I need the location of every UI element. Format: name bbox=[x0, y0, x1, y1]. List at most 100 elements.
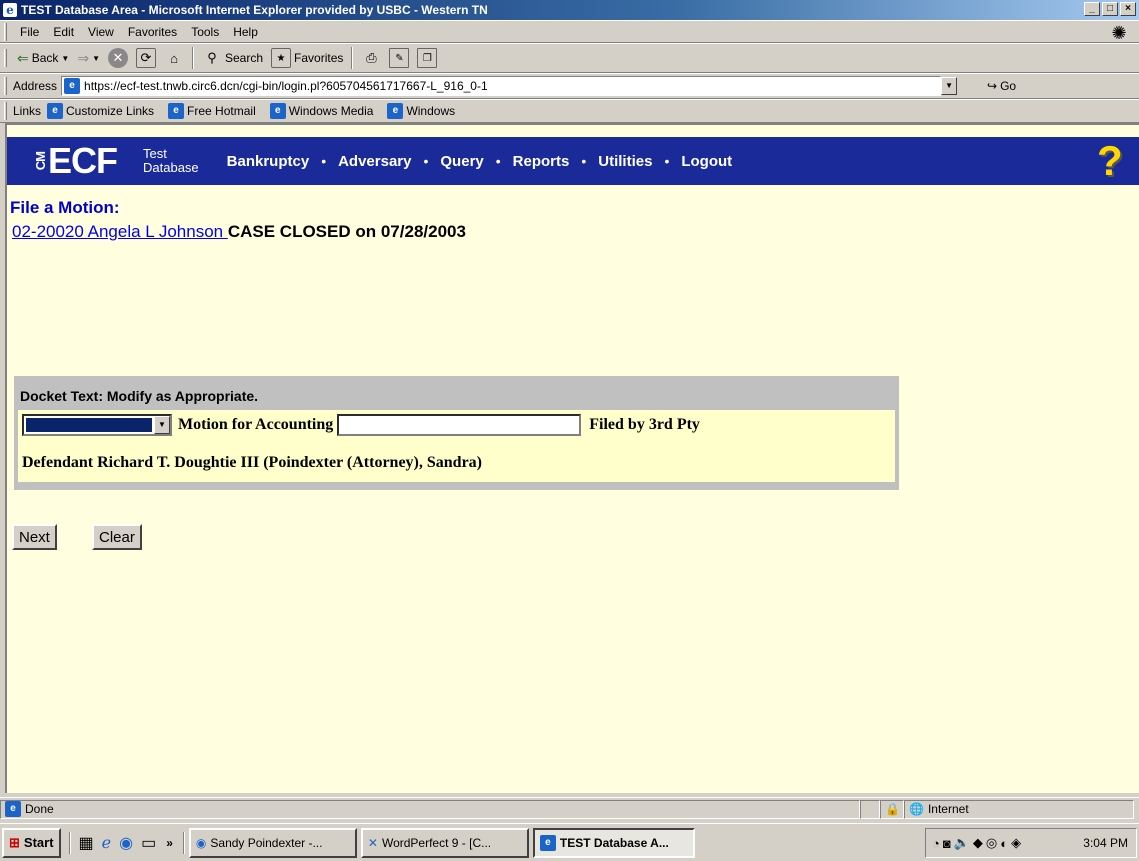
nav-bankruptcy[interactable]: Bankruptcy bbox=[227, 153, 310, 170]
status-text: Done bbox=[25, 802, 54, 816]
link-label: Free Hotmail bbox=[187, 104, 256, 118]
nav-utilities[interactable]: Utilities bbox=[598, 153, 652, 170]
tray-icon[interactable]: ◈ bbox=[1011, 835, 1021, 851]
back-button[interactable]: ⇐ Back ▼ bbox=[13, 46, 73, 70]
stop-icon: ✕ bbox=[108, 48, 128, 68]
link-label: Windows bbox=[406, 104, 456, 118]
start-button[interactable]: ⊞ Start bbox=[2, 827, 61, 858]
refresh-button[interactable]: ⟳ bbox=[132, 46, 160, 70]
back-label: Back bbox=[31, 51, 59, 65]
favorites-label: Favorites bbox=[294, 51, 344, 65]
motion-prefix-select[interactable]: ▼ bbox=[22, 414, 172, 436]
page-icon: e bbox=[47, 103, 64, 119]
link-free-hotmail[interactable]: e Free Hotmail bbox=[168, 103, 256, 119]
forward-arrow-icon: ⇒ bbox=[77, 49, 90, 66]
window-titlebar: e TEST Database Area - Microsoft Interne… bbox=[0, 0, 1139, 20]
search-label: Search bbox=[225, 51, 264, 65]
tray-icon[interactable]: ◙ bbox=[943, 836, 951, 851]
discuss-icon: ❐ bbox=[417, 48, 438, 68]
link-windows[interactable]: e Windows bbox=[387, 103, 455, 119]
quicklaunch-ie-icon[interactable]: ℯ bbox=[102, 833, 111, 853]
start-label: Start bbox=[23, 835, 54, 850]
menu-file[interactable]: File bbox=[13, 25, 46, 39]
chevron-down-icon[interactable]: ▼ bbox=[154, 416, 170, 434]
favorites-button[interactable]: ★ Favorites bbox=[267, 46, 347, 70]
volume-icon[interactable]: 🔈 bbox=[954, 835, 970, 851]
taskbar: ⊞ Start ▦ ℯ ◉ ▭ » ◉ Sandy Poindexter -..… bbox=[0, 823, 1139, 861]
page-title: File a Motion: bbox=[10, 198, 120, 217]
windows-logo-icon: ✺ bbox=[1111, 22, 1127, 43]
address-dropdown-button[interactable]: ▼ bbox=[941, 77, 958, 95]
cmecf-logo: CM ECF bbox=[33, 140, 118, 182]
wordperfect-icon: ✕ bbox=[367, 835, 378, 850]
menu-view[interactable]: View bbox=[81, 25, 121, 39]
nav-adversary[interactable]: Adversary bbox=[338, 153, 411, 170]
clear-button[interactable]: Clear bbox=[92, 524, 142, 550]
tray-icon[interactable]: ◐ bbox=[1000, 836, 1008, 851]
refresh-icon: ⟳ bbox=[136, 48, 156, 68]
task-wordperfect[interactable]: ✕ WordPerfect 9 - [C... bbox=[360, 827, 529, 858]
link-customize-links[interactable]: e Customize Links bbox=[47, 103, 154, 119]
address-label: Address bbox=[13, 79, 58, 93]
case-line: 02-20020 Angela L Johnson CASE CLOSED on… bbox=[12, 222, 466, 242]
ie-icon: e bbox=[3, 3, 17, 17]
print-button[interactable]: ⎙ bbox=[357, 46, 385, 70]
docket-line2: Defendant Richard T. Doughtie III (Poind… bbox=[22, 454, 482, 471]
menu-tools[interactable]: Tools bbox=[184, 25, 226, 39]
link-windows-media[interactable]: e Windows Media bbox=[269, 103, 373, 119]
quicklaunch-desktop-icon[interactable]: ▦ bbox=[79, 833, 94, 853]
printer-icon: ⎙ bbox=[366, 50, 377, 65]
case-link[interactable]: 02-20020 Angela L Johnson bbox=[12, 222, 228, 241]
home-button[interactable]: ⌂ bbox=[160, 46, 188, 70]
edit-button[interactable]: ✎ bbox=[385, 46, 413, 70]
docket-heading: Docket Text: Modify as Appropriate. bbox=[20, 388, 259, 404]
nav-reports[interactable]: Reports bbox=[513, 153, 570, 170]
go-arrow-icon: ↪ bbox=[987, 79, 998, 93]
maximize-button[interactable]: □ bbox=[1102, 2, 1118, 16]
edit-page-icon: ✎ bbox=[389, 48, 410, 68]
test-database-label: Test Database bbox=[143, 147, 199, 175]
page-content: CM ECF Test Database Bankruptcy • Advers… bbox=[5, 123, 1139, 793]
menu-help[interactable]: Help bbox=[226, 25, 265, 39]
close-button[interactable]: × bbox=[1120, 2, 1136, 16]
minimize-button[interactable]: _ bbox=[1084, 2, 1100, 16]
status-bar: e Done 🔒 🌐 Internet bbox=[0, 797, 1139, 820]
toolbar-grip bbox=[4, 77, 7, 95]
task-test-database[interactable]: e TEST Database A... bbox=[532, 827, 695, 858]
quicklaunch-computer-icon[interactable]: ▭ bbox=[141, 833, 156, 853]
go-button[interactable]: ↪ Go bbox=[987, 79, 1016, 93]
address-input[interactable]: e https://ecf-test.tnwb.circ6.dcn/cgi-bi… bbox=[61, 76, 942, 96]
task-label: WordPerfect 9 - [C... bbox=[381, 835, 492, 850]
tray-icon[interactable]: ◔ bbox=[932, 836, 940, 851]
forward-button[interactable]: ⇒ ▼ bbox=[73, 46, 104, 70]
menu-favorites[interactable]: Favorites bbox=[121, 25, 184, 39]
select-value bbox=[26, 418, 152, 432]
zone-label: Internet bbox=[927, 802, 969, 816]
motion-text-input[interactable] bbox=[337, 414, 582, 436]
test-label-line2: Database bbox=[143, 160, 199, 175]
docket-text-panel: Docket Text: Modify as Appropriate. ▼ Mo… bbox=[14, 376, 899, 490]
status-text-cell: e Done bbox=[0, 799, 860, 819]
page-icon: e bbox=[64, 78, 81, 94]
home-icon: ⌂ bbox=[170, 50, 178, 66]
next-button[interactable]: Next bbox=[12, 524, 57, 550]
tray-icon[interactable]: ◆ bbox=[973, 835, 983, 851]
help-icon[interactable]: ? bbox=[1097, 140, 1127, 182]
quicklaunch-media-icon[interactable]: ◉ bbox=[119, 833, 133, 853]
search-button[interactable]: ⚲ Search bbox=[198, 46, 267, 70]
zone-cell: 🌐 Internet bbox=[904, 799, 1134, 819]
page-icon: e bbox=[539, 834, 556, 851]
docket-text-body: ▼ Motion for Accounting Filed by 3rd Pty… bbox=[18, 410, 895, 482]
task-sandy-poindexter[interactable]: ◉ Sandy Poindexter -... bbox=[188, 827, 357, 858]
quicklaunch-more-icon[interactable]: » bbox=[166, 836, 173, 850]
test-label-line1: Test bbox=[143, 146, 167, 161]
nav-query[interactable]: Query bbox=[440, 153, 483, 170]
taskbar-separator bbox=[182, 831, 185, 854]
tray-icon[interactable]: ◎ bbox=[986, 835, 997, 851]
stop-button[interactable]: ✕ bbox=[104, 46, 132, 70]
chevron-down-icon: ▼ bbox=[61, 53, 70, 63]
menu-edit[interactable]: Edit bbox=[46, 25, 81, 39]
nav-logout[interactable]: Logout bbox=[681, 153, 732, 170]
address-bar: Address e https://ecf-test.tnwb.circ6.dc… bbox=[0, 73, 1139, 99]
discuss-button[interactable]: ❐ bbox=[413, 46, 441, 70]
